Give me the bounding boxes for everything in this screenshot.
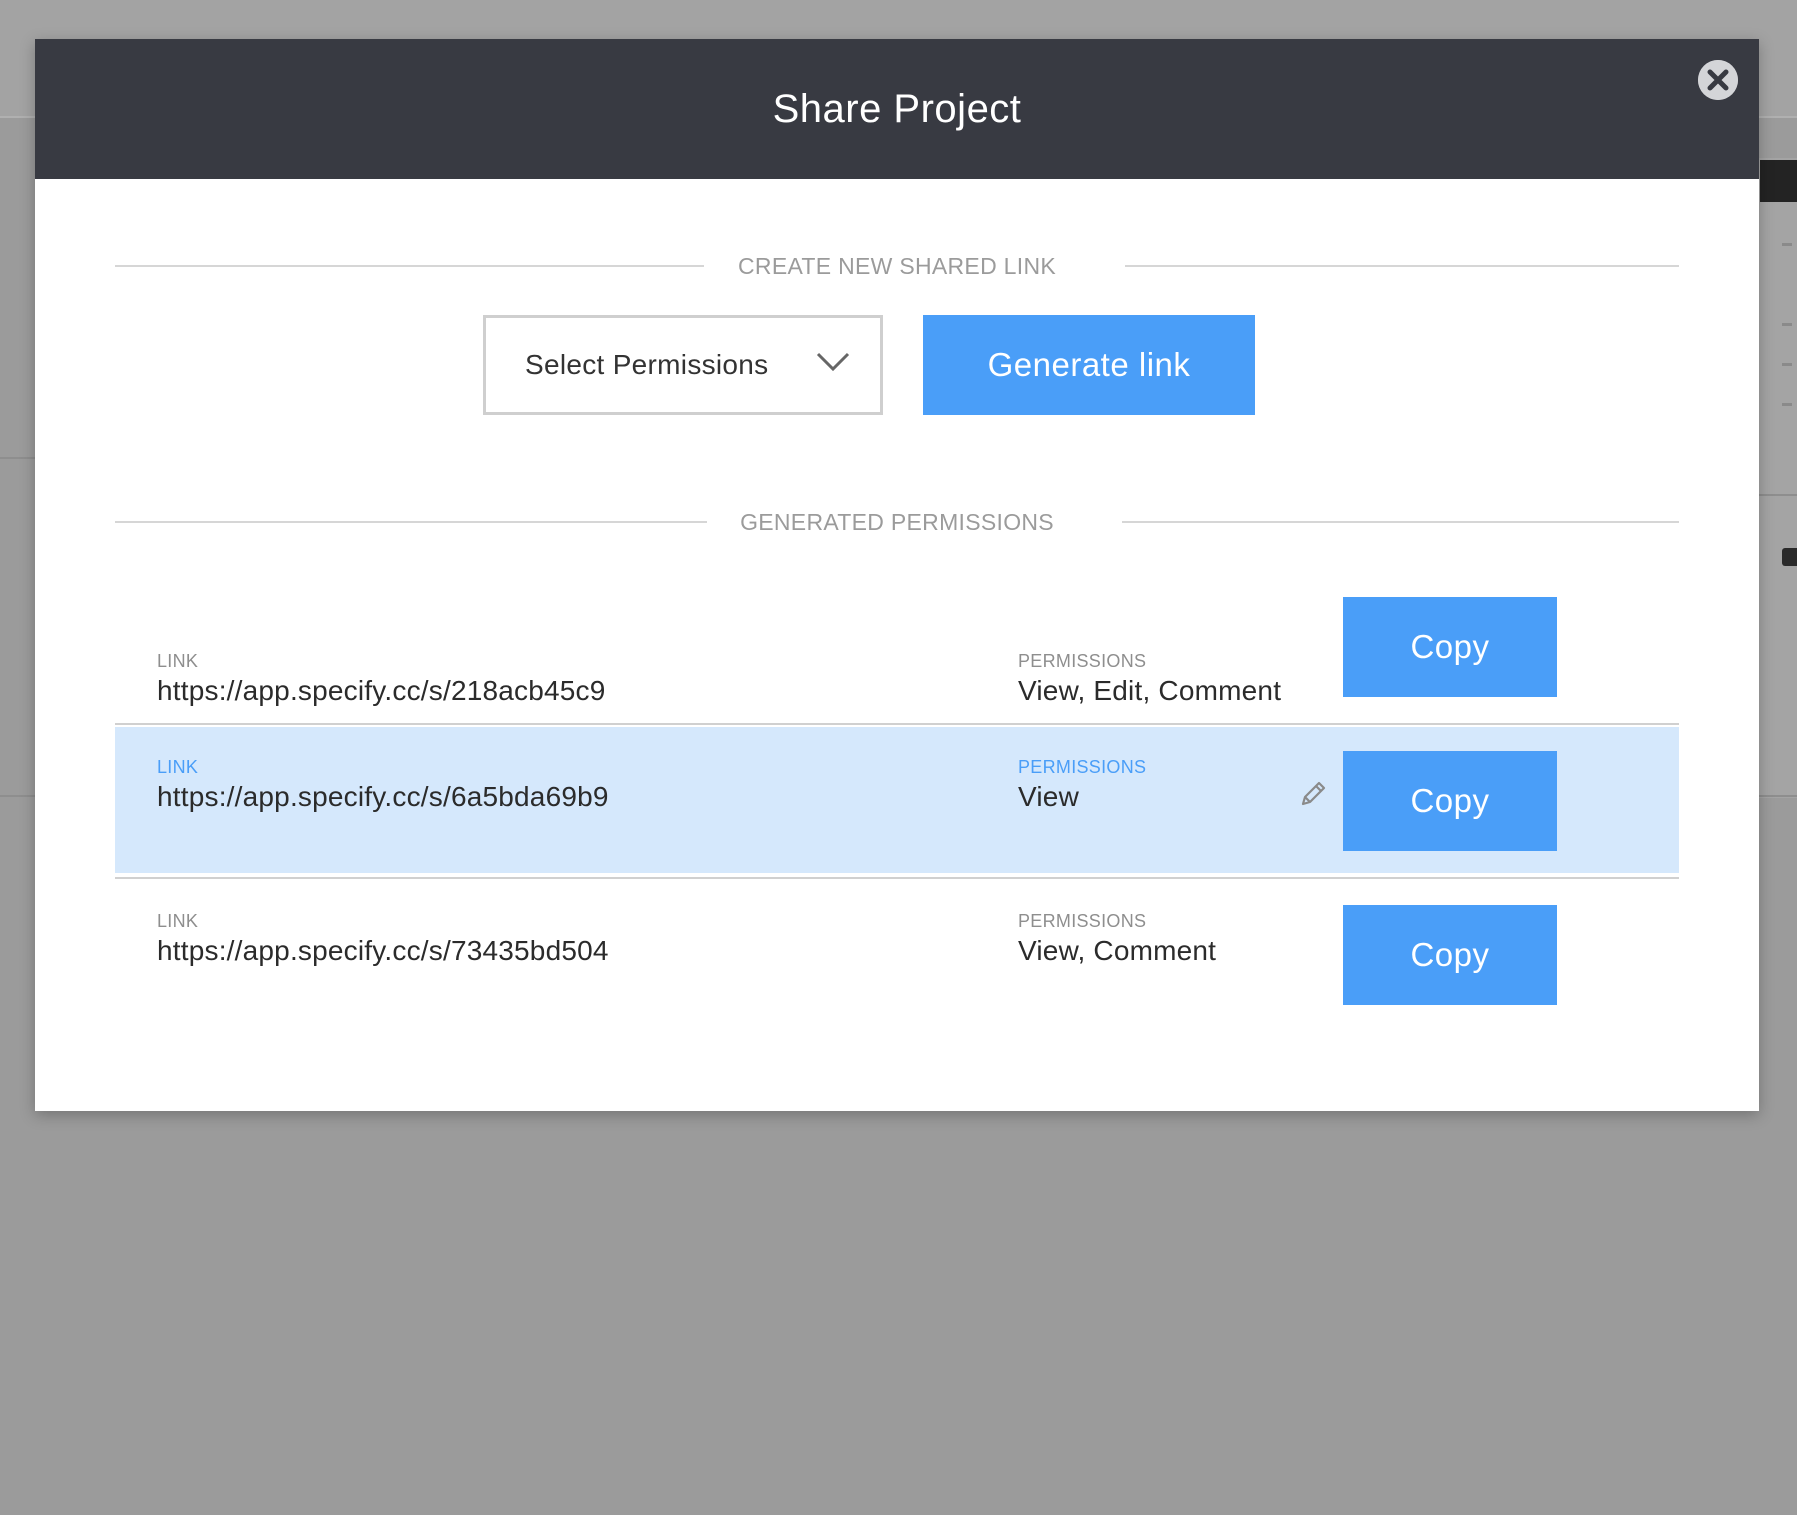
permissions-caption: PERMISSIONS	[1018, 651, 1147, 671]
background-mark	[1782, 323, 1792, 326]
create-link-heading: CREATE NEW SHARED LINK	[115, 246, 1679, 286]
pencil-icon[interactable]	[1298, 779, 1328, 809]
background-divider	[0, 457, 40, 459]
modal-title: Share Project	[772, 87, 1022, 131]
background-mark	[1782, 243, 1792, 246]
link-url: https://app.specify.cc/s/6a5bda69b9	[157, 781, 609, 812]
permissions-value: View, Comment	[1018, 935, 1217, 966]
background-square	[1782, 548, 1797, 566]
background-dark-bar	[1760, 160, 1797, 202]
link-url: https://app.specify.cc/s/73435bd504	[157, 935, 609, 966]
background-mark	[1782, 363, 1792, 366]
background-divider	[0, 795, 40, 797]
chevron-down-icon	[816, 352, 850, 372]
background-mark	[1782, 403, 1792, 406]
create-link-heading-label: CREATE NEW SHARED LINK	[738, 253, 1056, 279]
link-caption: LINK	[157, 911, 199, 931]
permissions-value: View	[1018, 781, 1079, 812]
copy-button[interactable]: Copy	[1343, 751, 1557, 851]
link-url: https://app.specify.cc/s/218acb45c9	[157, 675, 606, 706]
generated-permissions-heading: GENERATED PERMISSIONS	[115, 502, 1679, 542]
close-icon[interactable]	[1698, 60, 1738, 100]
share-project-modal: Share Project CREATE NEW SHARED LINK Sel…	[35, 39, 1759, 1111]
generate-link-button[interactable]: Generate link	[923, 315, 1255, 415]
permissions-caption: PERMISSIONS	[1018, 911, 1147, 931]
permissions-caption: PERMISSIONS	[1018, 757, 1147, 777]
copy-button[interactable]: Copy	[1343, 905, 1557, 1005]
permissions-value: View, Edit, Comment	[1018, 675, 1282, 706]
link-caption: LINK	[157, 651, 199, 671]
copy-button[interactable]: Copy	[1343, 597, 1557, 697]
generated-permissions-heading-label: GENERATED PERMISSIONS	[740, 509, 1054, 535]
permissions-select[interactable]: Select Permissions	[483, 315, 883, 415]
modal-header: Share Project	[35, 39, 1759, 179]
permissions-select-value: Select Permissions	[525, 349, 769, 380]
row-divider	[115, 723, 1679, 725]
link-caption: LINK	[157, 757, 199, 777]
row-divider	[115, 877, 1679, 879]
